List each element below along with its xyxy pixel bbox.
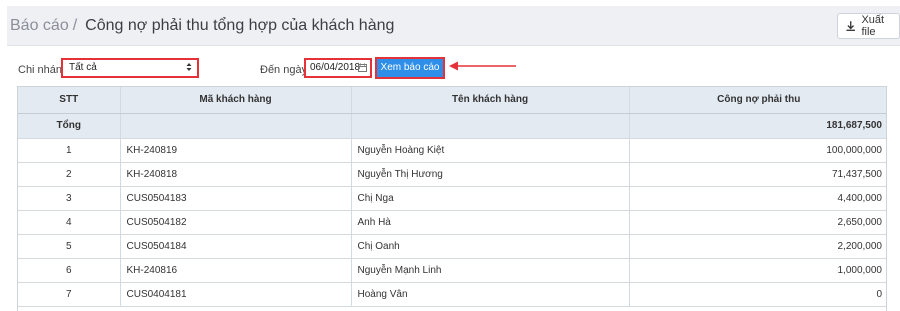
calendar-icon[interactable]	[358, 63, 367, 72]
row-stt: 7	[18, 282, 121, 307]
row-receivable-amount: 4,400,000	[629, 186, 886, 211]
breadcrumb: Báo cáo / Công nợ phải thu tổng hợp của kh…	[10, 16, 394, 36]
breadcrumb-separator: /	[72, 17, 78, 34]
column-header-receivable[interactable]: Công nợ phải thu	[629, 87, 886, 114]
branch-select-value: Tất cả	[69, 62, 97, 73]
row-customer-name: Hoàng Vân	[351, 282, 630, 307]
row-customer-code: KH-240818	[120, 162, 352, 187]
row-receivable-amount: 2,650,000	[629, 210, 886, 235]
row-stt: 1	[18, 138, 121, 163]
select-arrows-icon	[186, 63, 192, 71]
row-customer-code: KH-240819	[120, 138, 352, 163]
table-row[interactable]: 6 KH-240816 Nguyễn Mạnh Linh 1,000,000	[18, 258, 886, 283]
row-customer-name: Nguyễn Thị Hương	[351, 162, 630, 187]
table-row[interactable]: 3 CUS0504183 Chị Nga 4,400,000	[18, 186, 886, 211]
date-input[interactable]: 06/04/2018	[304, 58, 372, 78]
row-stt: 4	[18, 210, 121, 235]
table-header-row: STT Mã khách hàng Tên khách hàng Công nợ…	[18, 87, 886, 114]
download-icon	[846, 20, 855, 31]
view-report-button[interactable]: Xem báo cáo	[375, 57, 445, 79]
breadcrumb-root[interactable]: Báo cáo	[10, 17, 69, 34]
row-customer-name: Nguyễn Hoàng Kiệt	[351, 138, 630, 163]
total-empty-cell	[120, 113, 352, 139]
total-amount: 181,687,500	[629, 113, 886, 139]
row-customer-code: CUS0504182	[120, 210, 352, 235]
row-customer-name: Chị Nga	[351, 186, 630, 211]
row-stt: 2	[18, 162, 121, 187]
filter-bar: Chi nhánh Tất cả Đến ngày 06/04/2018 Xem…	[0, 54, 900, 82]
total-empty-cell	[351, 113, 630, 139]
row-stt: 5	[18, 234, 121, 259]
row-customer-code: CUS0504184	[120, 234, 352, 259]
date-input-value: 06/04/2018	[310, 62, 361, 73]
row-customer-name: Anh Hà	[351, 210, 630, 235]
table-row[interactable]: 7 CUS0404181 Hoàng Vân 0	[18, 282, 886, 307]
row-customer-name: Nguyễn Mạnh Linh	[351, 258, 630, 283]
column-header-customer-code[interactable]: Mã khách hàng	[120, 87, 352, 114]
table-row[interactable]: 5 CUS0504184 Chị Oanh 2,200,000	[18, 234, 886, 259]
date-label: Đến ngày	[260, 64, 308, 76]
row-stt: 3	[18, 186, 121, 211]
table-row[interactable]: 1 KH-240819 Nguyễn Hoàng Kiệt 100,000,00…	[18, 138, 886, 163]
row-receivable-amount: 71,437,500	[629, 162, 886, 187]
row-customer-code: CUS0404181	[120, 282, 352, 307]
total-row: Tổng 181,687,500	[18, 113, 886, 139]
page-title: Công nợ phải thu tổng hợp của khách hàng	[85, 17, 395, 34]
receivables-table: STT Mã khách hàng Tên khách hàng Công nợ…	[17, 86, 887, 311]
column-header-customer-name[interactable]: Tên khách hàng	[351, 87, 630, 114]
table-row[interactable]: 4 CUS0504182 Anh Hà 2,650,000	[18, 210, 886, 235]
row-receivable-amount: 2,200,000	[629, 234, 886, 259]
export-file-button[interactable]: Xuất file	[837, 13, 900, 39]
table-row[interactable]: 2 KH-240818 Nguyễn Thị Hương 71,437,500	[18, 162, 886, 187]
row-customer-code: KH-240816	[120, 258, 352, 283]
export-file-label: Xuất file	[861, 14, 885, 38]
row-receivable-amount: 0	[629, 282, 886, 307]
total-label: Tổng	[18, 113, 121, 139]
row-receivable-amount: 100,000,000	[629, 138, 886, 163]
page-header: Báo cáo / Công nợ phải thu tổng hợp của kh…	[7, 6, 900, 46]
branch-select[interactable]: Tất cả	[61, 58, 199, 78]
row-customer-code: CUS0504183	[120, 186, 352, 211]
row-customer-name: Chị Oanh	[351, 234, 630, 259]
arrow-left-icon	[449, 61, 516, 71]
row-stt: 6	[18, 258, 121, 283]
row-receivable-amount: 1,000,000	[629, 258, 886, 283]
column-header-stt[interactable]: STT	[18, 87, 121, 114]
